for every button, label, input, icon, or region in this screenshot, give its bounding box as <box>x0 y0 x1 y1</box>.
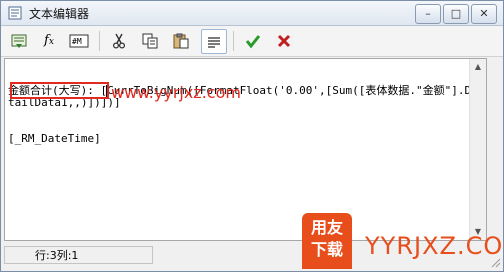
cut-button[interactable] <box>107 29 131 52</box>
title-bar[interactable]: 文本编辑器 – □ ✕ <box>1 1 503 26</box>
editor-content[interactable]: 金额合计(大写): [CurrToBigNum([FormatFloat('0.… <box>8 61 484 169</box>
copy-button[interactable] <box>138 29 162 52</box>
x-icon <box>277 34 291 47</box>
copy-icon <box>142 33 158 48</box>
badge-line-2: 下载 <box>310 240 343 259</box>
toolbar-separator <box>99 31 100 51</box>
paste-button[interactable] <box>169 29 193 52</box>
minimize-button[interactable]: – <box>415 4 441 24</box>
confirm-button[interactable] <box>241 29 265 52</box>
window-controls: – □ ✕ <box>415 4 497 24</box>
brand-logo-text: YYRJXZ.COM <box>365 232 504 260</box>
insert-variable-button[interactable]: #M <box>67 29 91 52</box>
text-editor-window: 文本编辑器 – □ ✕ fx #M 金额合计(大写): [CurrToBigNu… <box>0 0 504 272</box>
text-editor-app-icon <box>8 6 22 20</box>
toolbar-separator <box>233 31 234 51</box>
scissors-icon <box>112 33 126 49</box>
editor-line-2: [_RM_DateTime] <box>8 132 101 145</box>
insert-function-button[interactable]: fx <box>37 29 61 52</box>
toolbar: fx #M <box>1 26 503 57</box>
badge-line-1: 用友 <box>310 218 343 237</box>
check-icon <box>245 34 261 48</box>
text-editor-area[interactable]: 金额合计(大写): [CurrToBigNum([FormatFloat('0.… <box>4 58 487 241</box>
highlight-box <box>10 82 109 99</box>
paste-icon <box>173 33 189 48</box>
variable-icon: #M <box>69 34 89 47</box>
brand-logo-badge: 用友 下载 <box>302 213 352 269</box>
restore-button[interactable]: □ <box>443 4 469 24</box>
align-button[interactable] <box>201 29 227 54</box>
cancel-button[interactable] <box>272 29 296 52</box>
svg-text:#M: #M <box>72 37 82 46</box>
window-title: 文本编辑器 <box>29 7 90 21</box>
vertical-scrollbar[interactable]: ▲ ▼ <box>469 59 486 240</box>
insert-field-icon <box>11 34 27 48</box>
watermark-url: www.yyrjxz.com <box>111 83 241 102</box>
align-left-icon <box>208 36 220 48</box>
fx-icon: fx <box>44 33 54 48</box>
close-button[interactable]: ✕ <box>471 4 497 24</box>
scroll-up-arrow-icon[interactable]: ▲ <box>470 59 486 75</box>
insert-field-button[interactable] <box>7 29 31 52</box>
cursor-position: 行:3列:1 <box>4 246 153 264</box>
